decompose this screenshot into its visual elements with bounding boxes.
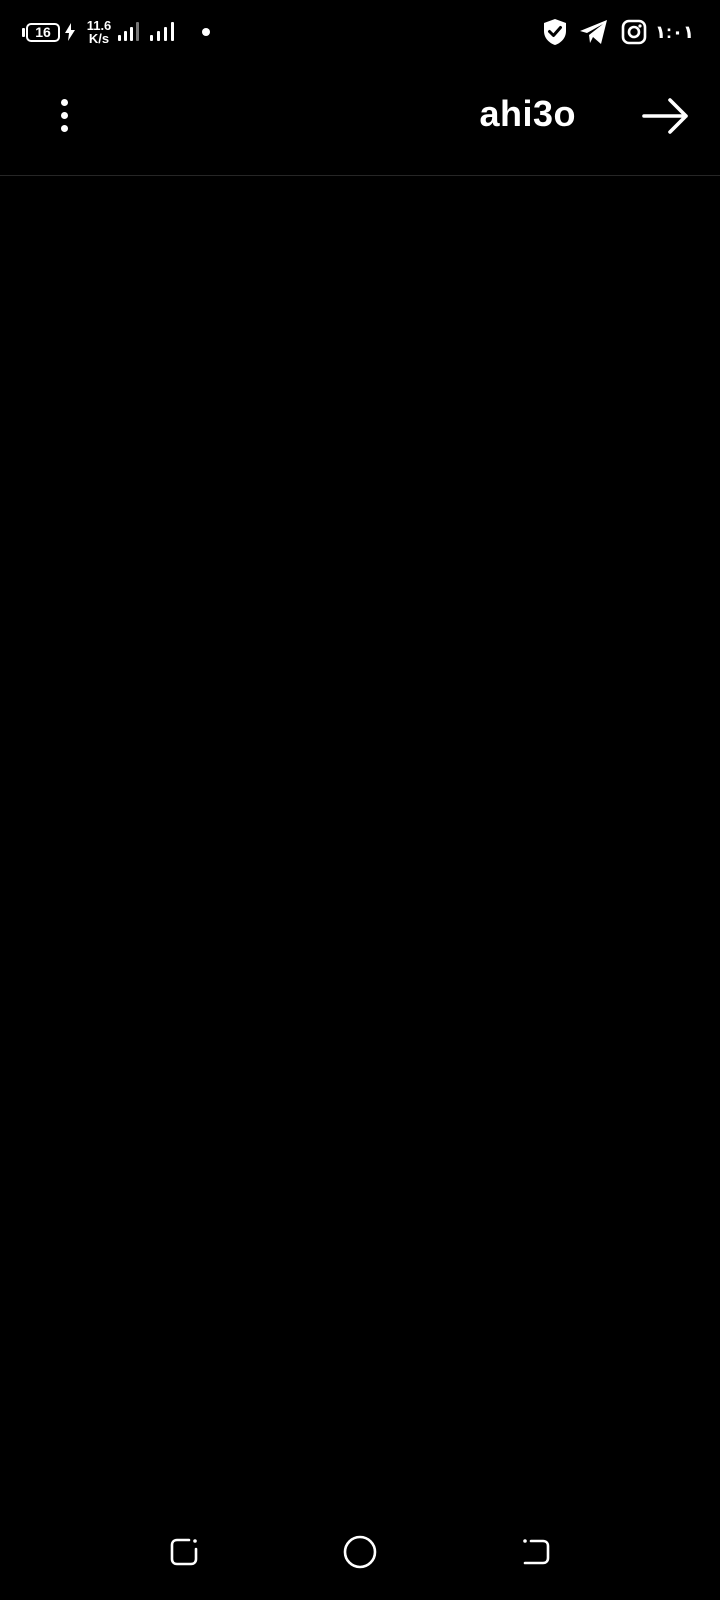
home-icon [343, 1535, 377, 1569]
telegram-icon [580, 20, 608, 44]
notification-dot-icon [202, 28, 210, 36]
battery-nub [22, 27, 25, 37]
status-bar-left: 16 11.6 K/s [22, 16, 210, 48]
arrow-right-icon[interactable] [640, 94, 692, 138]
profile-content-area [0, 176, 720, 1490]
more-options-button[interactable] [44, 92, 84, 138]
back-icon [523, 1539, 550, 1565]
instagram-icon [621, 19, 647, 45]
signal-bars-icon [118, 22, 139, 41]
more-vertical-icon [60, 98, 68, 106]
network-speed: 11.6 K/s [84, 19, 114, 45]
vpn-shield-icon [544, 19, 567, 45]
profile-header: ahi3o [0, 64, 720, 176]
recent-apps-button[interactable] [162, 1530, 206, 1574]
status-clock: ١:٠١ [655, 21, 694, 42]
status-bar: 16 11.6 K/s ١:٠١ [0, 0, 720, 64]
back-nav-button[interactable] [514, 1530, 558, 1574]
more-vertical-icon-dot [60, 111, 68, 119]
home-button[interactable] [338, 1530, 382, 1574]
profile-username: ahi3o [479, 93, 576, 134]
network-speed-unit: K/s [88, 31, 110, 46]
battery-icon: 16 [22, 22, 60, 42]
signal-bars-icon [150, 22, 174, 41]
battery-level: 16 [26, 22, 60, 42]
charging-bolt-icon [65, 23, 75, 41]
status-bar-right: ١:٠١ [531, 16, 694, 48]
recent-apps-icon [170, 1538, 198, 1566]
system-navigation-bar [0, 1510, 720, 1590]
more-vertical-icon-dot [60, 124, 68, 132]
